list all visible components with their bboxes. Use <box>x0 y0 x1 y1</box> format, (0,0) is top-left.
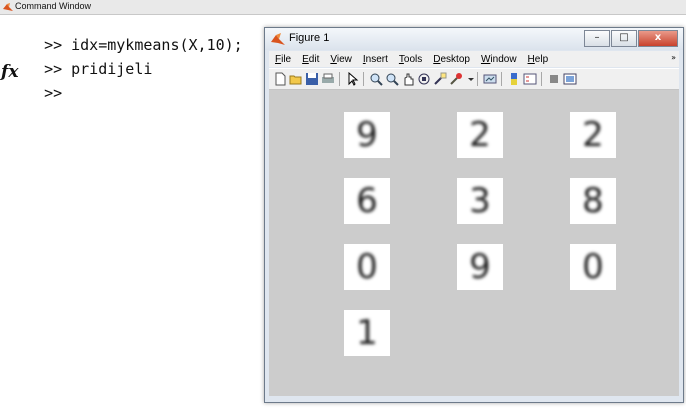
print-icon[interactable] <box>321 72 335 86</box>
command-window-titlebar: Command Window <box>0 0 686 15</box>
menu-overflow-icon[interactable]: » <box>671 53 676 62</box>
menu-view[interactable]: View <box>330 54 352 65</box>
cluster-centroid-image: 1 <box>344 310 390 356</box>
command-text: pridijeli <box>71 60 153 78</box>
cluster-centroid-image: 2 <box>570 112 616 158</box>
legend-icon[interactable] <box>523 72 537 86</box>
window-controls: – □ x <box>583 30 678 47</box>
rotate-3d-icon[interactable] <box>417 72 431 86</box>
new-figure-icon[interactable] <box>273 72 287 86</box>
show-plot-tools-icon[interactable] <box>563 72 577 86</box>
command-prompt: >> <box>44 84 63 102</box>
menu-file[interactable]: File <box>275 54 291 65</box>
zoom-in-icon[interactable] <box>369 72 383 86</box>
cluster-centroid-image: 6 <box>344 178 390 224</box>
figure-window: Figure 1 – □ x File Edit View Insert Too… <box>264 27 684 403</box>
command-window-title: Command Window <box>15 1 92 11</box>
menu-help[interactable]: Help <box>528 54 549 65</box>
close-button[interactable]: x <box>638 30 678 47</box>
menu-bar: File Edit View Insert Tools Desktop Wind… <box>269 51 679 67</box>
menu-desktop[interactable]: Desktop <box>433 54 470 65</box>
figure-titlebar[interactable]: Figure 1 – □ x <box>265 28 683 50</box>
data-cursor-icon[interactable] <box>433 72 447 86</box>
toolbar-separator <box>477 72 478 86</box>
zoom-out-icon[interactable] <box>385 72 399 86</box>
figure-canvas[interactable]: 9 2 2 6 3 8 0 9 0 1 <box>269 90 679 396</box>
cluster-centroid-image: 3 <box>457 178 503 224</box>
pointer-icon[interactable] <box>345 72 359 86</box>
link-icon[interactable] <box>483 72 497 86</box>
matlab-logo-icon <box>3 3 13 11</box>
menu-window[interactable]: Window <box>481 54 517 65</box>
toolbar-separator <box>501 72 502 86</box>
cluster-centroid-image: 9 <box>344 112 390 158</box>
colorbar-icon[interactable] <box>507 72 521 86</box>
function-browser-icon[interactable]: fx <box>1 62 18 82</box>
figure-title: Figure 1 <box>289 32 330 44</box>
cluster-centroid-image: 0 <box>570 244 616 290</box>
maximize-button[interactable]: □ <box>611 30 637 47</box>
save-icon[interactable] <box>305 72 319 86</box>
brush-icon[interactable] <box>449 72 463 86</box>
command-input-line[interactable]: >> <box>26 66 71 102</box>
cluster-centroid-image: 0 <box>344 244 390 290</box>
cluster-centroid-image: 8 <box>570 178 616 224</box>
open-file-icon[interactable] <box>289 72 303 86</box>
matlab-logo-icon <box>271 33 285 45</box>
minimize-button[interactable]: – <box>584 30 610 47</box>
hide-plot-tools-icon[interactable] <box>547 72 561 86</box>
toolbar-separator <box>339 72 340 86</box>
menu-insert[interactable]: Insert <box>363 54 388 65</box>
menu-tools[interactable]: Tools <box>399 54 422 65</box>
menu-edit[interactable]: Edit <box>302 54 319 65</box>
cluster-centroid-image: 2 <box>457 112 503 158</box>
cluster-centroid-image: 9 <box>457 244 503 290</box>
figure-toolbar <box>269 68 679 90</box>
pan-icon[interactable] <box>401 72 415 86</box>
toolbar-separator <box>363 72 364 86</box>
toolbar-separator <box>541 72 542 86</box>
